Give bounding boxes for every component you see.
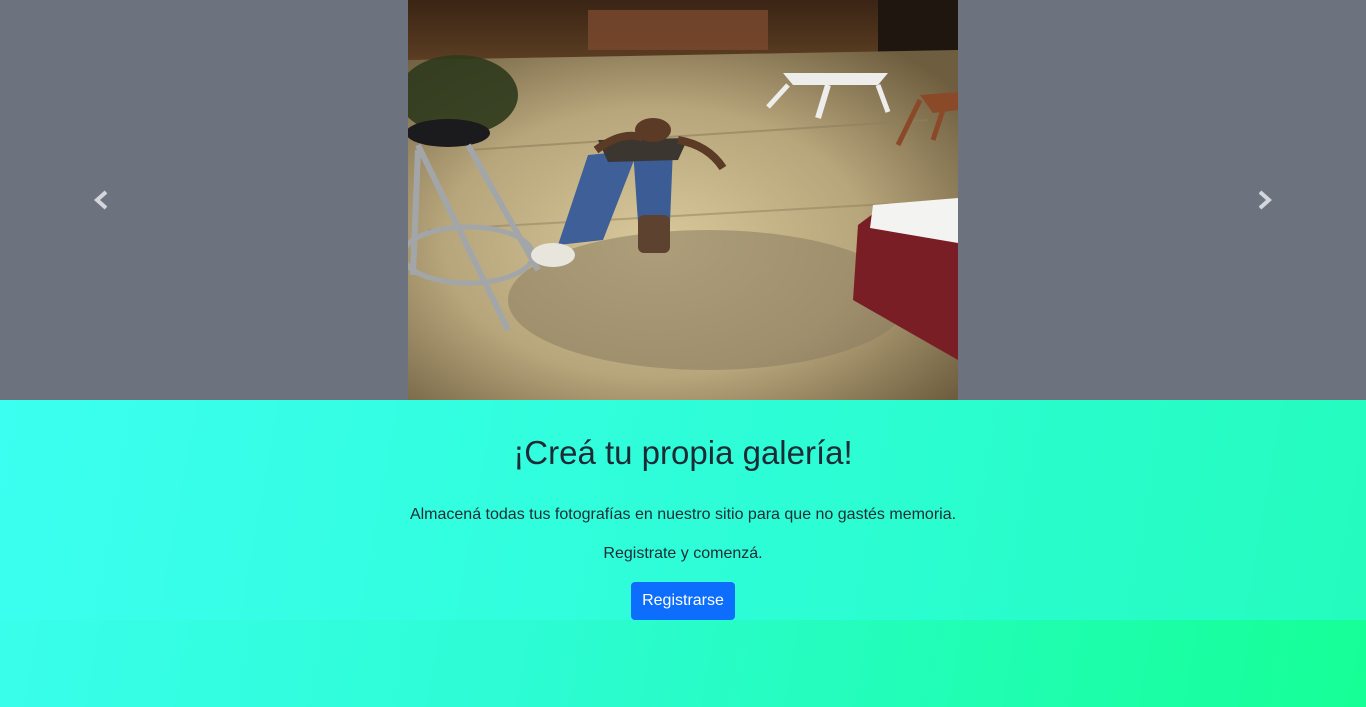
callout-title: ¡Creá tu propia galería! [513,434,853,471]
register-button[interactable]: Registrarse [631,582,735,620]
callout-description: Almacená todas tus fotografías en nuestr… [409,506,957,523]
photo-illustration [408,0,958,400]
callout-subtext: Registrate y comenzá. [603,545,763,562]
carousel-next-button[interactable] [1244,180,1284,220]
signup-callout: ¡Creá tu propia galería! Almacená todas … [0,400,1366,620]
carousel-prev-button[interactable] [82,180,122,220]
chevron-right-icon [1258,190,1273,210]
carousel-slide-image [408,0,958,400]
image-carousel [0,0,1366,400]
chevron-left-icon [93,190,108,210]
